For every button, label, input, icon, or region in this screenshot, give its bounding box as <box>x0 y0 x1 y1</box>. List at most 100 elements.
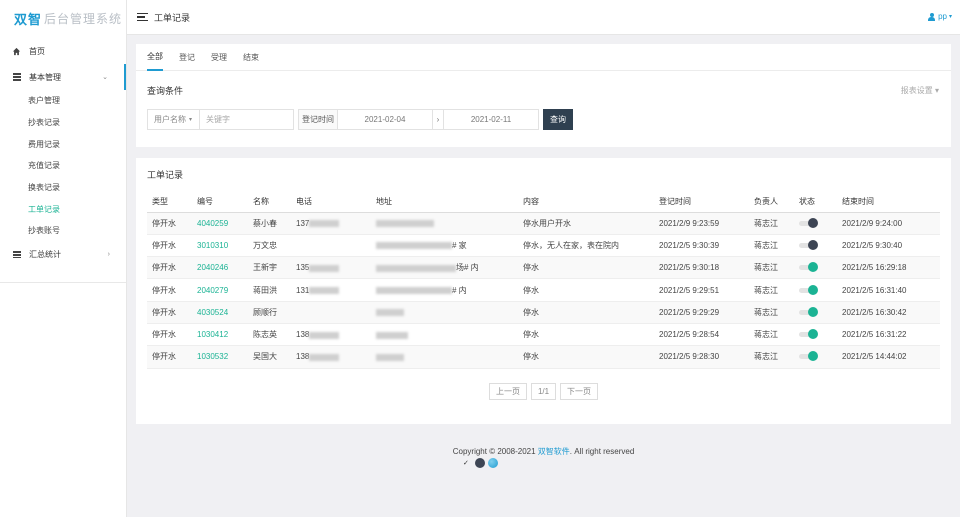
column-header: 地址 <box>371 191 518 213</box>
sidebar-subitem[interactable]: 抄表账号 <box>0 220 126 242</box>
cell-content: 停水，无人在家，表在院内 <box>518 234 654 258</box>
table-row[interactable]: 停开水 4040259 蔡小春 137 停水用户开水 2021/2/9 9:23:59 蒋志… <box>147 212 940 235</box>
table-row[interactable]: 停开水 3010310 万文忠 # 家停水，无人在家，表在院内 2021/2/5 9:3… <box>147 234 940 258</box>
cell-end-time: 2021/2/5 16:29:18 <box>837 256 940 280</box>
cell-code-link[interactable]: 3010310 <box>192 234 248 258</box>
cell-code-link[interactable]: 2040246 <box>192 256 248 280</box>
status-toggle[interactable] <box>799 217 818 228</box>
sidebar-item-basic[interactable]: 基本管理 ⌄ <box>0 64 126 90</box>
column-header: 电话 <box>291 191 371 213</box>
status-toggle[interactable] <box>799 306 818 317</box>
report-setting-button[interactable]: 报表设置 ▾ <box>901 85 939 96</box>
sidebar-item-home[interactable]: 首页 <box>0 38 126 64</box>
cell-code-link[interactable]: 4040259 <box>192 212 248 235</box>
tab-0[interactable]: 全部 <box>147 44 163 71</box>
cell-owner: 蒋志江 <box>749 301 794 324</box>
column-header: 结束时间 <box>837 191 940 213</box>
sidebar-subitem[interactable]: 换表记录 <box>0 177 126 199</box>
prev-page-button[interactable]: 上一页 <box>489 383 527 400</box>
table-row[interactable]: 停开水 1030412 陈志英 138 停水 2021/2/5 9:28:54 蒋志江 202… <box>147 323 940 347</box>
cell-end-time: 2021/2/5 14:44:02 <box>837 345 940 369</box>
cell-address: # 内 <box>371 278 518 302</box>
cell-end-time: 2021/2/5 9:30:40 <box>837 234 940 258</box>
theme-blue-dot[interactable] <box>487 458 498 468</box>
phone-prefix: 138 <box>296 330 310 340</box>
sidebar-subitem[interactable]: 费用记录 <box>0 133 126 155</box>
sidebar-subitem[interactable]: 抄表记录 <box>0 112 126 134</box>
cell-address <box>371 301 518 324</box>
cell-code-link[interactable]: 1030412 <box>192 323 248 347</box>
sidebar-item-label: 汇总统计 <box>29 250 61 260</box>
status-toggle[interactable] <box>799 329 818 340</box>
divider <box>0 281 126 283</box>
cell-phone: 138 <box>291 345 371 369</box>
cell-owner: 蒋志江 <box>749 323 794 347</box>
redacted-address <box>376 309 404 317</box>
cell-status <box>794 256 837 280</box>
query-header: 查询条件 报表设置 ▾ <box>136 71 951 109</box>
user-name: pp <box>938 12 947 21</box>
search-button[interactable]: 查询 <box>543 109 573 130</box>
sidebar-item-stats[interactable]: 汇总统计 › <box>0 242 126 268</box>
address-suffix: # 家 <box>452 240 467 250</box>
field-select[interactable]: 用户名称 ▾ <box>147 109 200 130</box>
sidebar-item-label: 首页 <box>29 46 45 56</box>
toggle-knob <box>808 217 818 228</box>
list-icon <box>12 250 21 259</box>
redacted-phone <box>309 220 340 228</box>
list-icon <box>12 73 21 82</box>
cell-type: 停开水 <box>147 323 192 347</box>
theme-switcher: ✓ <box>463 458 501 468</box>
status-tabs: 全部 登记 受理 结束 <box>136 44 951 71</box>
toggle-knob <box>808 239 818 250</box>
toggle-knob <box>808 262 818 273</box>
theme-dark-dot[interactable] <box>474 458 485 468</box>
cell-type: 停开水 <box>147 256 192 280</box>
table-row[interactable]: 停开水 2040279 蒋田洪 131 # 内 停水 2021/2/5 9:29:51 蒋志江… <box>147 278 940 302</box>
keyword-input[interactable]: 关键字 <box>200 109 294 130</box>
redacted-phone <box>309 331 340 339</box>
cell-end-time: 2021/2/5 16:31:22 <box>837 323 940 347</box>
sidebar-subitem[interactable]: 表户管理 <box>0 90 126 112</box>
cell-reg-time: 2021/2/5 9:28:30 <box>654 345 749 369</box>
cell-reg-time: 2021/2/5 9:29:29 <box>654 301 749 324</box>
cell-code-link[interactable]: 4030524 <box>192 301 248 324</box>
sidebar: 双智 后台管理系统 首页 基本管理 ⌄ 表户管理 抄表记录 费用记录 充值记录 换表记录… <box>0 0 127 517</box>
cell-owner: 蒋志江 <box>749 212 794 235</box>
cell-reg-time: 2021/2/5 9:30:18 <box>654 256 749 280</box>
date-to-input[interactable]: 2021-02-11 <box>444 109 539 130</box>
date-from-input[interactable]: 2021-02-04 <box>338 109 433 130</box>
table-row[interactable]: 停开水 2040246 王新宇 135 场# 内 停水 2021/2/5 9:30:18 蒋志… <box>147 256 940 280</box>
tab-1[interactable]: 登记 <box>179 44 195 71</box>
cell-status <box>794 345 837 369</box>
status-toggle[interactable] <box>799 351 818 362</box>
column-header: 登记时间 <box>654 191 749 213</box>
cell-type: 停开水 <box>147 212 192 235</box>
tab-3[interactable]: 结束 <box>243 44 259 71</box>
column-header: 类型 <box>147 191 192 213</box>
user-menu[interactable]: pp ▾ <box>928 12 952 21</box>
menu-toggle-icon[interactable] <box>137 11 148 24</box>
tab-2[interactable]: 受理 <box>211 44 227 71</box>
status-toggle[interactable] <box>799 239 818 250</box>
status-toggle[interactable] <box>799 284 818 295</box>
sidebar-item-label: 基本管理 <box>29 72 61 82</box>
cell-status <box>794 301 837 324</box>
redacted-phone <box>309 264 340 272</box>
cell-type: 停开水 <box>147 234 192 258</box>
next-page-button[interactable]: 下一页 <box>560 383 598 400</box>
table-row[interactable]: 停开水 4030524 顾顺行 停水 2021/2/5 9:29:29 蒋志江 2021/2… <box>147 301 940 324</box>
sidebar-subitem[interactable]: 工单记录 <box>0 198 126 220</box>
table-row[interactable]: 停开水 1030532 吴国大 138 停水 2021/2/5 9:28:30 蒋志江 202… <box>147 345 940 369</box>
cell-address <box>371 323 518 347</box>
status-toggle[interactable] <box>799 262 818 273</box>
cell-owner: 蒋志江 <box>749 256 794 280</box>
cell-status <box>794 323 837 347</box>
sidebar-subitem[interactable]: 充值记录 <box>0 155 126 177</box>
cell-code-link[interactable]: 2040279 <box>192 278 248 302</box>
phone-prefix: 131 <box>296 285 310 295</box>
footer-brand-link[interactable]: 双智软件 <box>538 447 570 456</box>
cell-address <box>371 212 518 235</box>
address-suffix: 场# 内 <box>456 263 479 273</box>
cell-code-link[interactable]: 1030532 <box>192 345 248 369</box>
